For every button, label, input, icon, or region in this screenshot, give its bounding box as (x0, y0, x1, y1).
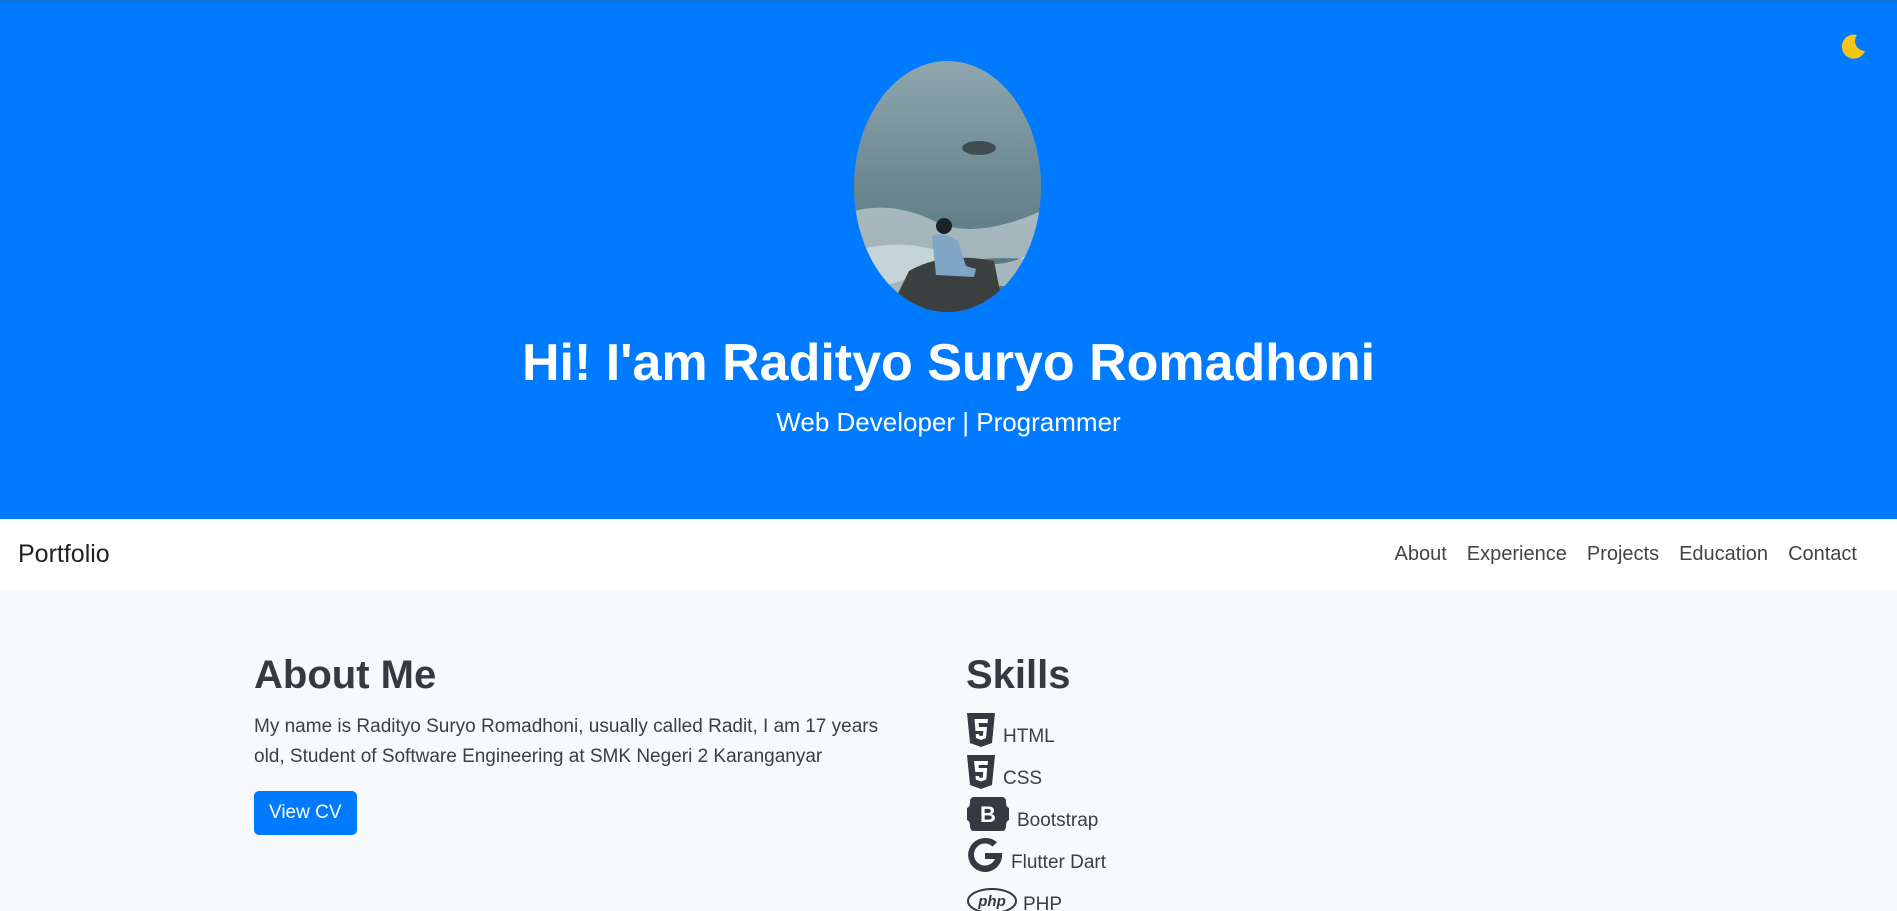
skill-label: PHP (1023, 894, 1063, 911)
skill-item-html: HTML (966, 706, 1366, 748)
skills-heading: Skills (966, 653, 1071, 697)
svg-text:php: php (977, 893, 1006, 910)
hero-section: Hi! I'am Radityo Suryo Romadhoni Web Dev… (0, 0, 1897, 519)
nav-link-education[interactable]: Education (1669, 543, 1778, 566)
skill-label: HTML (1003, 726, 1055, 747)
google-icon (966, 837, 1006, 874)
navbar-brand[interactable]: Portfolio (18, 540, 110, 569)
nav-link-projects[interactable]: Projects (1577, 543, 1669, 566)
about-text: My name is Radityo Suryo Romadhoni, usua… (254, 716, 879, 767)
html5-icon (966, 712, 998, 748)
hero-title: Hi! I'am Radityo Suryo Romadhoni (521, 334, 1376, 392)
skill-label: CSS (1003, 768, 1043, 789)
nav-link-contact[interactable]: Contact (1778, 543, 1867, 566)
skill-label: Flutter Dart (1011, 852, 1107, 873)
skills-section: Skills HTML CSS B Bootstrap Flutter Dart… (966, 650, 1366, 911)
theme-toggle-button[interactable] (1833, 29, 1873, 65)
moon-icon (1841, 34, 1865, 59)
about-heading: About Me (254, 653, 437, 697)
skill-item-css: CSS (966, 748, 1366, 790)
skill-label: Bootstrap (1017, 810, 1099, 831)
profile-avatar (854, 61, 1041, 312)
svg-text:B: B (980, 802, 996, 827)
view-cv-button[interactable]: View CV (254, 791, 357, 835)
about-section: About Me My name is Radityo Suryo Romadh… (254, 650, 914, 835)
nav-links: About Experience Projects Education Cont… (1385, 543, 1867, 566)
nav-link-about[interactable]: About (1385, 543, 1457, 566)
nav-link-experience[interactable]: Experience (1457, 543, 1577, 566)
skill-item-php: php PHP (966, 874, 1366, 911)
hero-subtitle: Web Developer | Programmer (776, 407, 1121, 437)
bootstrap-icon: B (966, 796, 1012, 832)
navbar: Portfolio About Experience Projects Educ… (0, 519, 1897, 589)
css3-icon (966, 754, 998, 790)
skill-item-flutter-dart: Flutter Dart (966, 832, 1366, 874)
php-icon: php (966, 880, 1018, 911)
skill-item-bootstrap: B Bootstrap (966, 790, 1366, 832)
